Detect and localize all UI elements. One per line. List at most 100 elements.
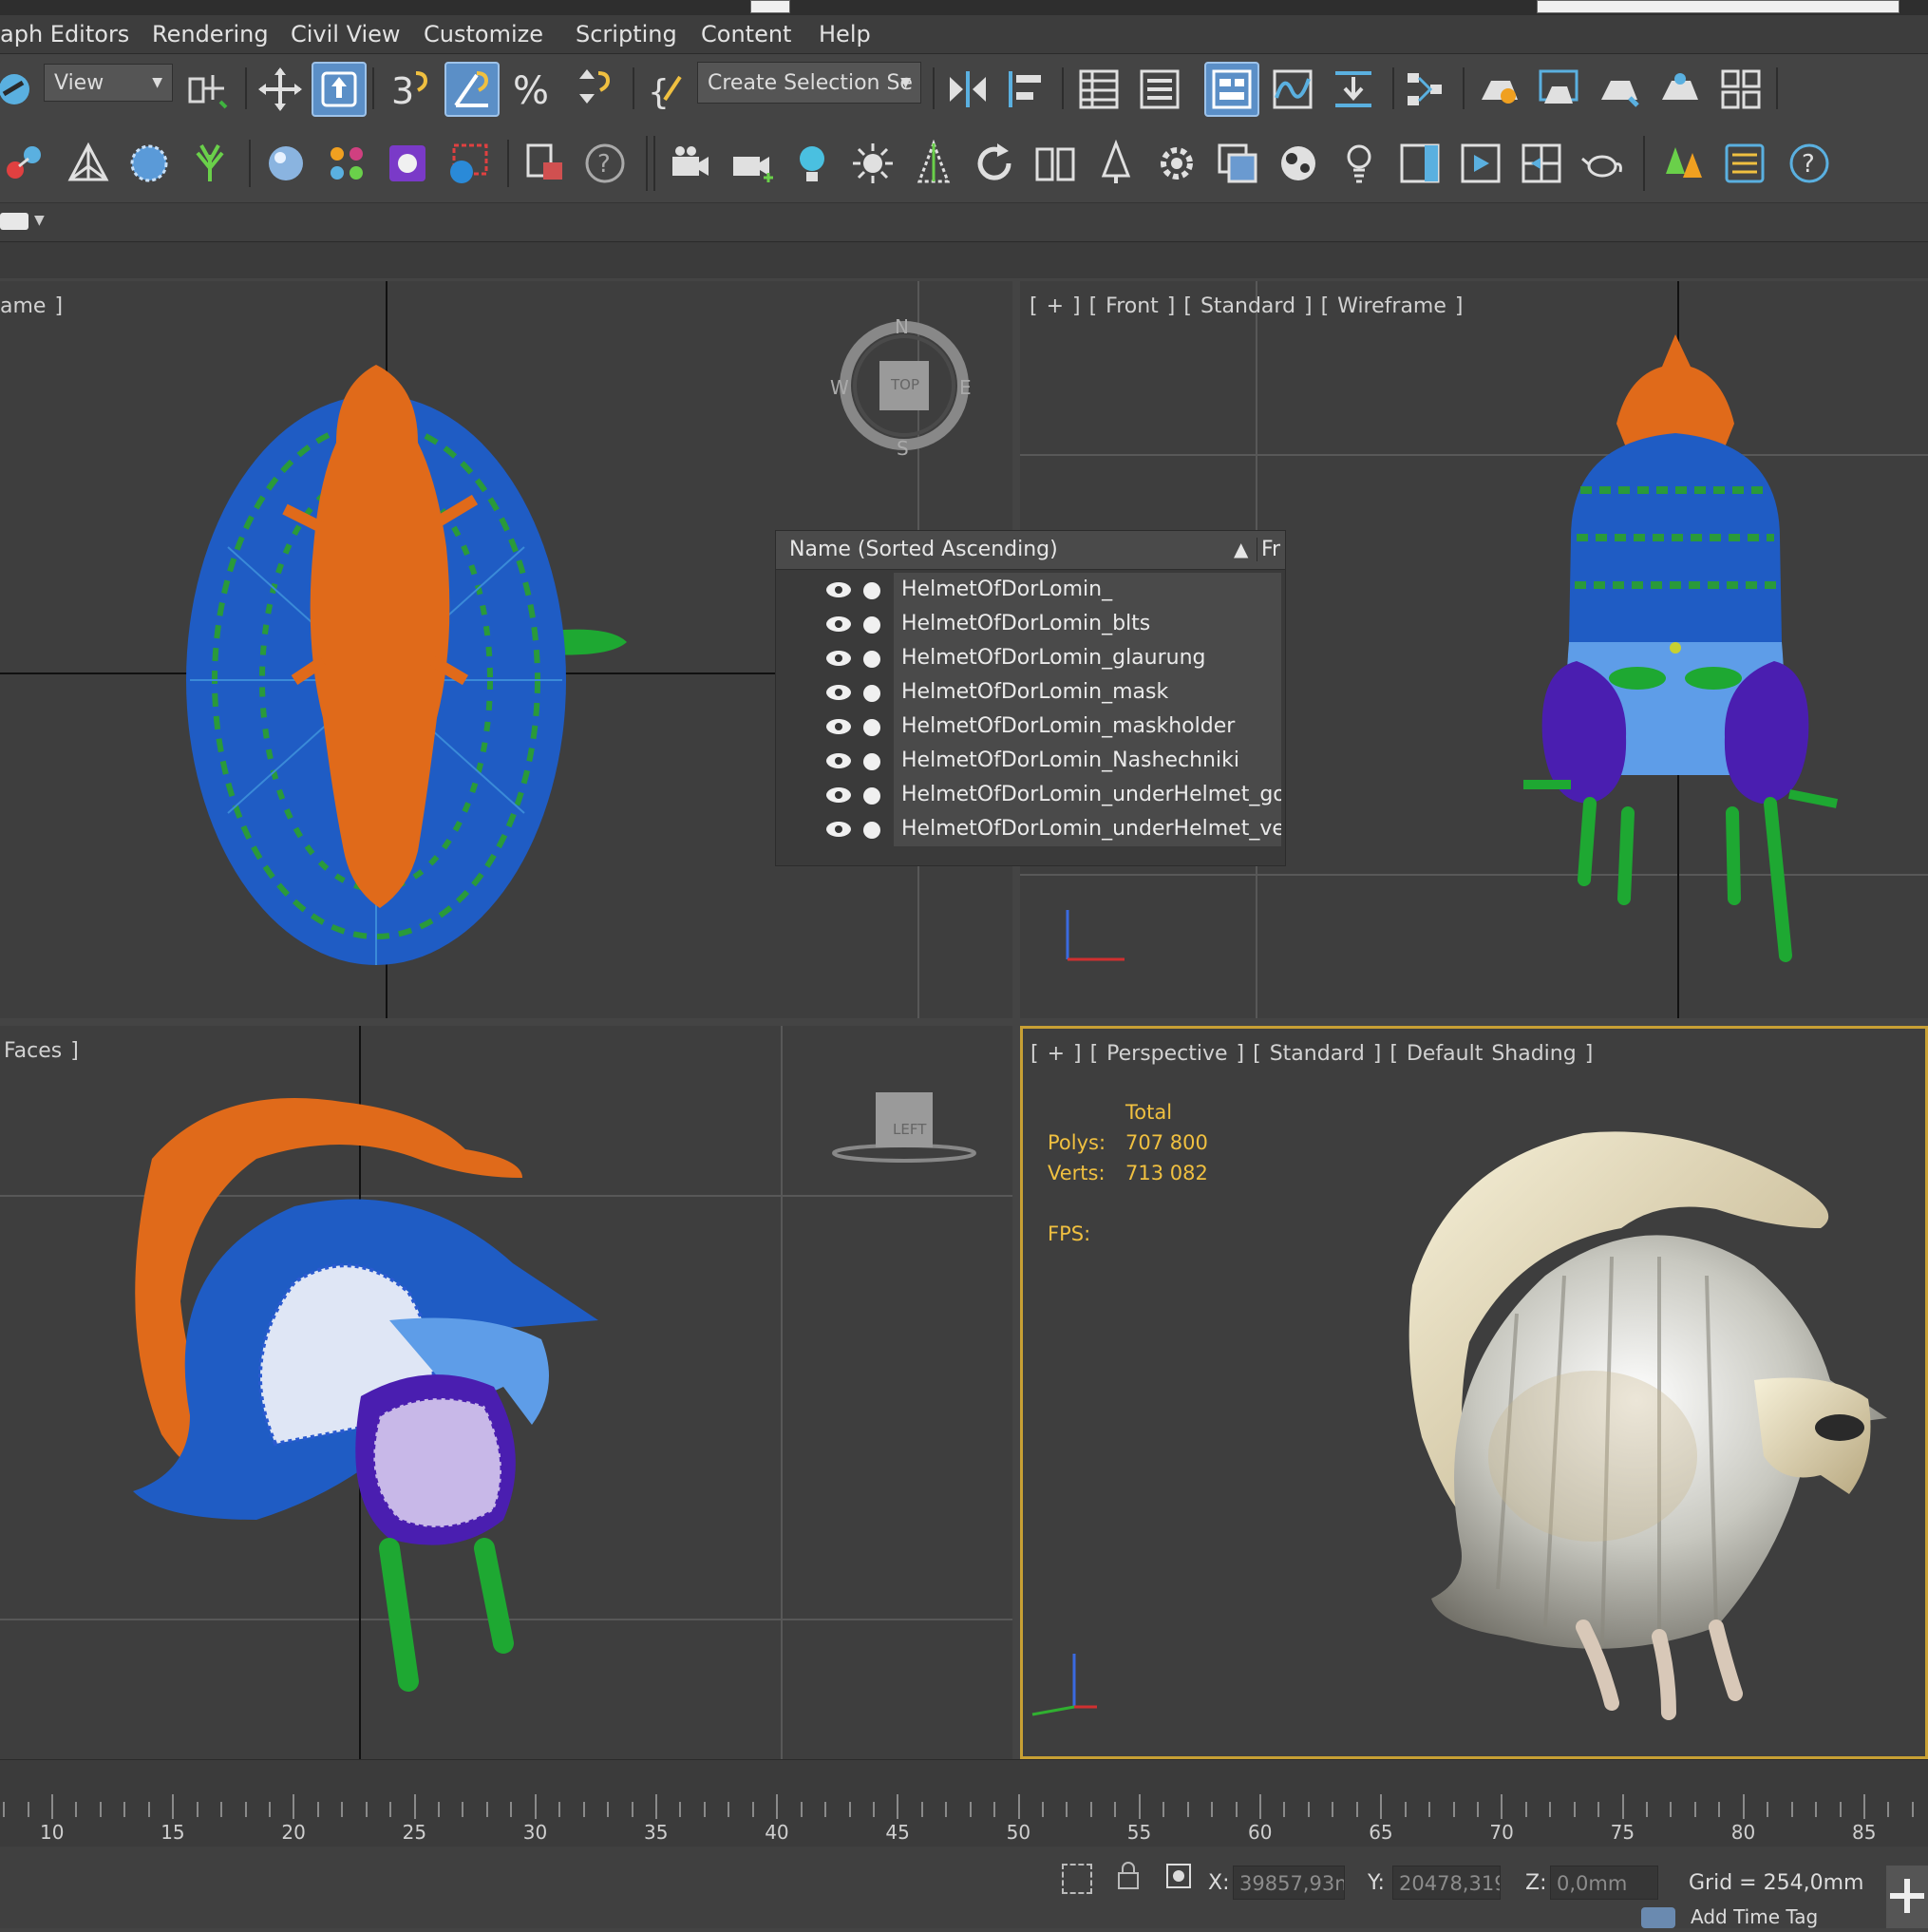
insert-icon[interactable] <box>1514 136 1569 191</box>
align-icon[interactable] <box>999 62 1054 117</box>
select-object-icon[interactable] <box>312 62 367 117</box>
list-panel-icon[interactable] <box>1717 136 1772 191</box>
visibility-eye-icon[interactable] <box>825 581 852 598</box>
lock-icon[interactable] <box>1117 1862 1140 1890</box>
scene-explorer-row[interactable]: HelmetOfDorLomin_maskholder <box>784 710 1285 744</box>
visibility-eye-icon[interactable] <box>825 616 852 633</box>
scene-object-name[interactable]: HelmetOfDorLomin_blts <box>894 607 1281 641</box>
column-name-header[interactable]: Name (Sorted Ascending) <box>789 538 1058 561</box>
freeze-toggle-icon[interactable] <box>863 616 880 634</box>
menu-rendering[interactable]: Rendering <box>152 21 269 47</box>
viewport-label[interactable]: ame ] <box>0 294 63 318</box>
sort-ascending-icon[interactable]: ▲ <box>1234 538 1248 560</box>
gear-icon[interactable] <box>1149 136 1204 191</box>
search-field[interactable] <box>1537 0 1900 13</box>
scene-object-name[interactable]: HelmetOfDorLomin_underHelmet_gor <box>894 778 1281 812</box>
view-dropdown[interactable]: View ▼ <box>44 64 173 102</box>
spinner-snap-icon[interactable] <box>566 62 621 117</box>
freeze-toggle-icon[interactable] <box>863 582 880 599</box>
scene-explorer-row[interactable]: HelmetOfDorLomin_underHelmet_vert <box>784 812 1285 846</box>
light-lister-icon[interactable] <box>1332 136 1387 191</box>
sphere-icon[interactable] <box>258 136 313 191</box>
pyramid-icon[interactable] <box>61 136 116 191</box>
visibility-eye-icon[interactable] <box>825 821 852 838</box>
material-editor-icon[interactable] <box>1472 62 1527 117</box>
spotlight-icon[interactable] <box>906 136 961 191</box>
foliage-icon[interactable] <box>182 136 237 191</box>
asset-tracking-icon[interactable] <box>517 136 572 191</box>
select-move-icon[interactable] <box>253 62 308 117</box>
create-selection-set-dropdown[interactable]: Create Selection Se ▼ <box>697 62 921 104</box>
freeze-toggle-icon[interactable] <box>863 651 880 668</box>
link-icon[interactable] <box>0 62 42 117</box>
tree-icon[interactable] <box>1088 136 1144 191</box>
visibility-eye-icon[interactable] <box>825 718 852 735</box>
x-coordinate-field[interactable]: 39857,93m <box>1233 1866 1345 1900</box>
viewport-label[interactable]: [ + ] [ Front ] [ Standard ] [ Wireframe… <box>1030 294 1463 318</box>
menu-civil-view[interactable]: Civil View <box>291 21 401 47</box>
freeze-toggle-icon[interactable] <box>863 787 880 805</box>
physical-camera-icon[interactable] <box>724 136 779 191</box>
mirror-icon[interactable] <box>940 62 995 117</box>
z-coordinate-field[interactable]: 0,0mm <box>1550 1866 1658 1900</box>
stack-icon[interactable] <box>1210 136 1265 191</box>
select-and-place-icon[interactable] <box>180 62 236 117</box>
render-setup-icon[interactable] <box>1531 62 1586 117</box>
scene-explorer-row[interactable]: HelmetOfDorLomin_blts <box>784 607 1285 641</box>
viewcube-left-label[interactable]: LEFT <box>893 1121 926 1138</box>
geosphere-icon[interactable] <box>122 136 177 191</box>
molecule-icon[interactable] <box>0 136 51 191</box>
freeze-toggle-icon[interactable] <box>863 719 880 736</box>
scene-explorer-row[interactable]: HelmetOfDorLomin_ <box>784 573 1285 607</box>
scene-object-name[interactable]: HelmetOfDorLomin_mask <box>894 675 1281 710</box>
freeze-toggle-icon[interactable] <box>863 822 880 839</box>
percent-snap-icon[interactable]: % <box>505 62 560 117</box>
viewport-left[interactable]: Faces ] LEFT <box>0 1026 1012 1759</box>
menu-help[interactable]: Help <box>819 21 871 47</box>
viewcube-top[interactable]: TOP <box>891 376 919 393</box>
refresh-icon[interactable] <box>967 136 1022 191</box>
scene-explorer-row[interactable]: HelmetOfDorLomin_Nashechniki <box>784 744 1285 778</box>
scene-object-name[interactable]: HelmetOfDorLomin_underHelmet_vert <box>894 812 1281 846</box>
add-keyframe-button[interactable] <box>1886 1866 1928 1928</box>
viewport-label[interactable]: [ + ] [ Perspective ] [ Standard ] [ Def… <box>1030 1042 1593 1066</box>
curve-editor-icon[interactable] <box>1265 62 1320 117</box>
book-icon[interactable] <box>1028 136 1083 191</box>
schematic-view-icon[interactable] <box>1398 62 1453 117</box>
scene-object-name[interactable]: HelmetOfDorLomin_ <box>894 573 1281 607</box>
teapot-icon[interactable] <box>1575 136 1630 191</box>
chevron-down-icon[interactable]: ▼ <box>34 213 45 228</box>
scene-object-name[interactable]: HelmetOfDorLomin_Nashechniki <box>894 744 1281 778</box>
angle-snap-icon[interactable] <box>444 62 500 117</box>
visibility-eye-icon[interactable] <box>825 650 852 667</box>
scene-explorer-row[interactable]: HelmetOfDorLomin_underHelmet_gor <box>784 778 1285 812</box>
visibility-eye-icon[interactable] <box>825 752 852 769</box>
menu-scripting[interactable]: Scripting <box>576 21 677 47</box>
scene-object-name[interactable]: HelmetOfDorLomin_maskholder <box>894 710 1281 744</box>
media-icon[interactable] <box>1453 136 1508 191</box>
freeze-toggle-icon[interactable] <box>863 753 880 770</box>
y-coordinate-field[interactable]: 20478,319 <box>1392 1866 1501 1900</box>
sun-icon[interactable] <box>845 136 900 191</box>
edit-named-selection-icon[interactable]: { <box>638 62 693 117</box>
render-grid-icon[interactable] <box>1713 62 1768 117</box>
scene-explorer-panel[interactable]: Name (Sorted Ascending) ▲ Fr HelmetOfDor… <box>775 530 1286 866</box>
paint-icon[interactable] <box>380 136 435 191</box>
help-icon[interactable]: ? <box>1782 136 1837 191</box>
menu-customize[interactable]: Customize <box>424 21 543 47</box>
help-icon[interactable]: ? <box>577 136 633 191</box>
visibility-eye-icon[interactable] <box>825 786 852 804</box>
snap-3d-icon[interactable]: 3 <box>384 62 439 117</box>
column-frozen-header[interactable]: Fr <box>1257 538 1280 561</box>
scene-explorer-header[interactable]: Name (Sorted Ascending) ▲ Fr <box>776 531 1285 570</box>
absolute-mode-icon[interactable] <box>1164 1862 1193 1890</box>
particles-icon[interactable] <box>319 136 374 191</box>
menu-graph-editors[interactable]: aph Editors <box>0 21 129 47</box>
layer-manager-icon[interactable] <box>1132 62 1187 117</box>
viewport-perspective[interactable]: [ + ] [ Perspective ] [ Standard ] [ Def… <box>1020 1026 1928 1759</box>
visibility-eye-icon[interactable] <box>825 684 852 701</box>
scene-explorer-row[interactable]: HelmetOfDorLomin_glaurung <box>784 641 1285 675</box>
selection-lock-icon[interactable] <box>1062 1864 1092 1894</box>
timeline-ruler[interactable]: 10 15 20 25 30 35 40 45 50 55 60 65 70 75 80 85 <box>0 1759 1928 1847</box>
add-time-tag-button[interactable]: Add Time Tag <box>1641 1905 1926 1928</box>
